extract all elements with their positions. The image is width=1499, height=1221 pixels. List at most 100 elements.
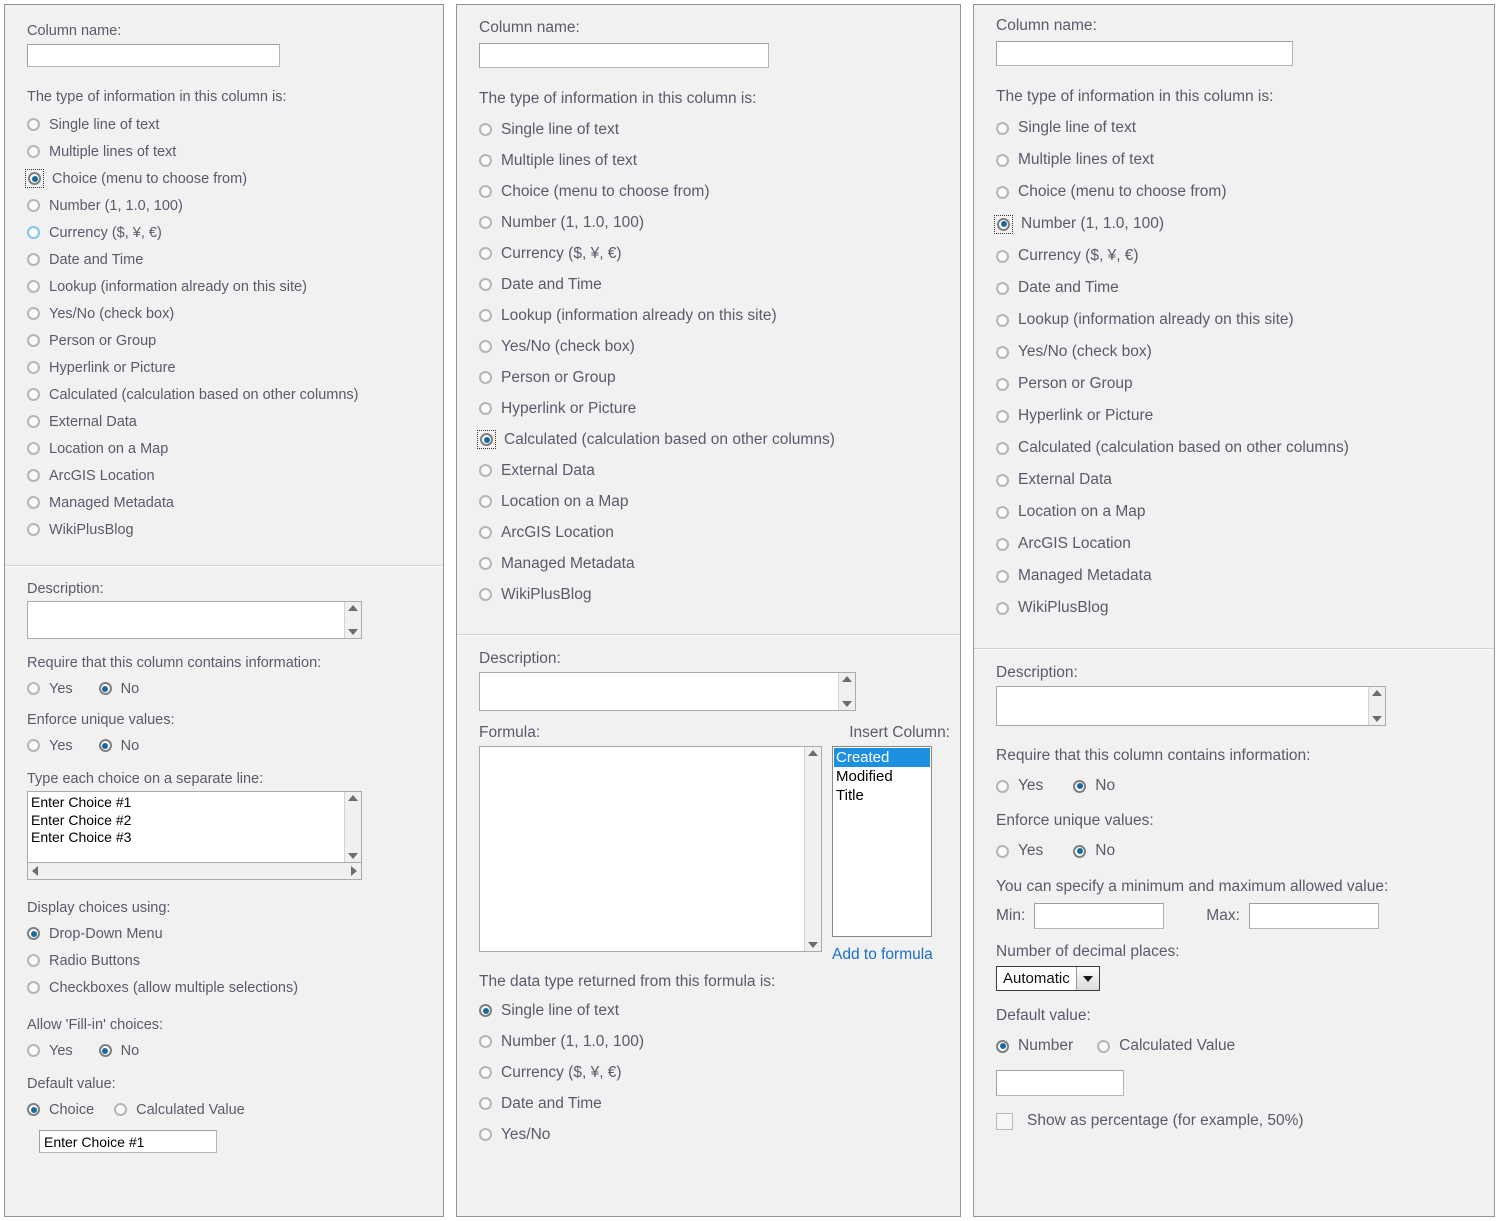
radio-date-and-time-3[interactable]: Date and Time — [996, 272, 1472, 304]
radio-wikiplusblog-2[interactable]: WikiPlusBlog — [479, 579, 938, 610]
radio-multiple-lines-of-text-2[interactable]: Multiple lines of text — [479, 145, 938, 176]
column-name-input-2[interactable] — [479, 43, 769, 68]
scroll-up-icon[interactable] — [348, 795, 358, 801]
default-calculated-radio-1[interactable]: Calculated Value — [114, 1096, 245, 1123]
list-item[interactable]: Title — [834, 786, 930, 805]
vertical-scrollbar[interactable] — [804, 747, 821, 951]
enforce-yes-radio-3[interactable]: Yes — [996, 835, 1043, 867]
scroll-down-icon[interactable] — [808, 942, 818, 948]
radio-lookup-1[interactable]: Lookup (information already on this site… — [27, 273, 421, 300]
radio-choice-2[interactable]: Choice (menu to choose from) — [479, 176, 938, 207]
require-no-radio-1[interactable]: No — [98, 675, 139, 702]
radio-arcgis-location-2[interactable]: ArcGIS Location — [479, 517, 938, 548]
scroll-up-icon[interactable] — [1372, 690, 1382, 696]
radio-external-data-2[interactable]: External Data — [479, 455, 938, 486]
display-dropdown-radio-1[interactable]: Drop-Down Menu — [27, 920, 421, 947]
radio-currency-3[interactable]: Currency ($, ¥, €) — [996, 240, 1472, 272]
radio-calculated-3[interactable]: Calculated (calculation based on other c… — [996, 432, 1472, 464]
radio-person-or-group-2[interactable]: Person or Group — [479, 362, 938, 393]
min-input-3[interactable] — [1034, 903, 1165, 929]
radio-hyperlink-or-picture-1[interactable]: Hyperlink or Picture — [27, 354, 421, 381]
radio-managed-metadata-2[interactable]: Managed Metadata — [479, 548, 938, 579]
radio-yes-no-2[interactable]: Yes/No (check box) — [479, 331, 938, 362]
chevron-down-icon[interactable] — [1075, 967, 1099, 990]
radio-choice-1[interactable]: Choice (menu to choose from) — [25, 165, 421, 192]
radio-number-1[interactable]: Number (1, 1.0, 100) — [27, 192, 421, 219]
require-no-radio-3[interactable]: No — [1073, 770, 1115, 802]
description-textarea-1[interactable] — [27, 601, 362, 639]
vertical-scrollbar[interactable] — [344, 602, 361, 638]
datatype-yes-no-radio-2[interactable]: Yes/No — [479, 1119, 938, 1150]
datatype-single-line-radio-2[interactable]: Single line of text — [479, 995, 938, 1026]
radio-calculated-1[interactable]: Calculated (calculation based on other c… — [27, 381, 421, 408]
vertical-scrollbar[interactable] — [838, 673, 855, 710]
scroll-down-icon[interactable] — [348, 853, 358, 859]
list-item[interactable]: Modified — [834, 767, 930, 786]
default-value-input-1[interactable]: Enter Choice #1 — [39, 1130, 217, 1153]
radio-number-3[interactable]: Number (1, 1.0, 100) — [994, 208, 1472, 240]
enforce-yes-radio-1[interactable]: Yes — [27, 732, 73, 759]
scroll-up-icon[interactable] — [808, 750, 818, 756]
scroll-right-icon[interactable] — [351, 866, 357, 876]
radio-multiple-lines-of-text-1[interactable]: Multiple lines of text — [27, 138, 421, 165]
radio-managed-metadata-1[interactable]: Managed Metadata — [27, 489, 421, 516]
insert-column-listbox-2[interactable]: Created Modified Title — [832, 746, 932, 937]
fill-in-no-radio-1[interactable]: No — [98, 1037, 139, 1064]
horizontal-scrollbar-1[interactable] — [27, 863, 362, 880]
radio-person-or-group-1[interactable]: Person or Group — [27, 327, 421, 354]
choices-textarea-1[interactable]: Enter Choice #1 Enter Choice #2 Enter Ch… — [27, 791, 362, 863]
radio-hyperlink-or-picture-3[interactable]: Hyperlink or Picture — [996, 400, 1472, 432]
radio-wikiplusblog-1[interactable]: WikiPlusBlog — [27, 516, 421, 543]
radio-single-line-of-text-1[interactable]: Single line of text — [27, 111, 421, 138]
radio-hyperlink-or-picture-2[interactable]: Hyperlink or Picture — [479, 393, 938, 424]
radio-number-2[interactable]: Number (1, 1.0, 100) — [479, 207, 938, 238]
datatype-currency-radio-2[interactable]: Currency ($, ¥, €) — [479, 1057, 938, 1088]
vertical-scrollbar[interactable] — [344, 792, 361, 862]
radio-single-line-of-text-2[interactable]: Single line of text — [479, 114, 938, 145]
require-yes-radio-1[interactable]: Yes — [27, 675, 73, 702]
scroll-up-icon[interactable] — [842, 676, 852, 682]
radio-external-data-1[interactable]: External Data — [27, 408, 421, 435]
vertical-scrollbar[interactable] — [1368, 687, 1385, 725]
radio-location-on-a-map-3[interactable]: Location on a Map — [996, 496, 1472, 528]
require-yes-radio-3[interactable]: Yes — [996, 770, 1043, 802]
radio-choice-3[interactable]: Choice (menu to choose from) — [996, 176, 1472, 208]
radio-yes-no-1[interactable]: Yes/No (check box) — [27, 300, 421, 327]
radio-date-and-time-1[interactable]: Date and Time — [27, 246, 421, 273]
radio-multiple-lines-of-text-3[interactable]: Multiple lines of text — [996, 144, 1472, 176]
radio-calculated-2[interactable]: Calculated (calculation based on other c… — [477, 424, 938, 455]
radio-managed-metadata-3[interactable]: Managed Metadata — [996, 560, 1472, 592]
radio-yes-no-3[interactable]: Yes/No (check box) — [996, 336, 1472, 368]
display-checkboxes-radio-1[interactable]: Checkboxes (allow multiple selections) — [27, 974, 421, 1001]
default-number-radio-3[interactable]: Number — [996, 1030, 1073, 1062]
datatype-number-radio-2[interactable]: Number (1, 1.0, 100) — [479, 1026, 938, 1057]
list-item[interactable]: Created — [834, 748, 930, 767]
enforce-no-radio-3[interactable]: No — [1073, 835, 1115, 867]
show-as-percentage-checkbox-3[interactable] — [996, 1112, 1013, 1130]
scroll-left-icon[interactable] — [32, 866, 38, 876]
radio-currency-1[interactable]: Currency ($, ¥, €) — [27, 219, 421, 246]
radio-location-on-a-map-1[interactable]: Location on a Map — [27, 435, 421, 462]
default-calculated-radio-3[interactable]: Calculated Value — [1097, 1030, 1235, 1062]
max-input-3[interactable] — [1248, 903, 1379, 929]
display-radio-buttons-radio-1[interactable]: Radio Buttons — [27, 947, 421, 974]
scroll-up-icon[interactable] — [348, 605, 358, 611]
radio-lookup-2[interactable]: Lookup (information already on this site… — [479, 300, 938, 331]
radio-single-line-of-text-3[interactable]: Single line of text — [996, 112, 1472, 144]
radio-arcgis-location-3[interactable]: ArcGIS Location — [996, 528, 1472, 560]
formula-textarea-2[interactable] — [479, 746, 822, 952]
scroll-down-icon[interactable] — [842, 701, 852, 707]
fill-in-yes-radio-1[interactable]: Yes — [27, 1037, 73, 1064]
column-name-input-1[interactable] — [27, 44, 280, 67]
default-value-input-3[interactable] — [996, 1070, 1124, 1096]
description-textarea-2[interactable] — [479, 672, 856, 711]
enforce-no-radio-1[interactable]: No — [98, 732, 139, 759]
column-name-input-3[interactable] — [996, 41, 1293, 66]
radio-arcgis-location-1[interactable]: ArcGIS Location — [27, 462, 421, 489]
radio-date-and-time-2[interactable]: Date and Time — [479, 269, 938, 300]
description-textarea-3[interactable] — [996, 686, 1386, 726]
scroll-down-icon[interactable] — [348, 629, 358, 635]
radio-lookup-3[interactable]: Lookup (information already on this site… — [996, 304, 1472, 336]
add-to-formula-link[interactable]: Add to formula — [832, 946, 933, 963]
radio-person-or-group-3[interactable]: Person or Group — [996, 368, 1472, 400]
